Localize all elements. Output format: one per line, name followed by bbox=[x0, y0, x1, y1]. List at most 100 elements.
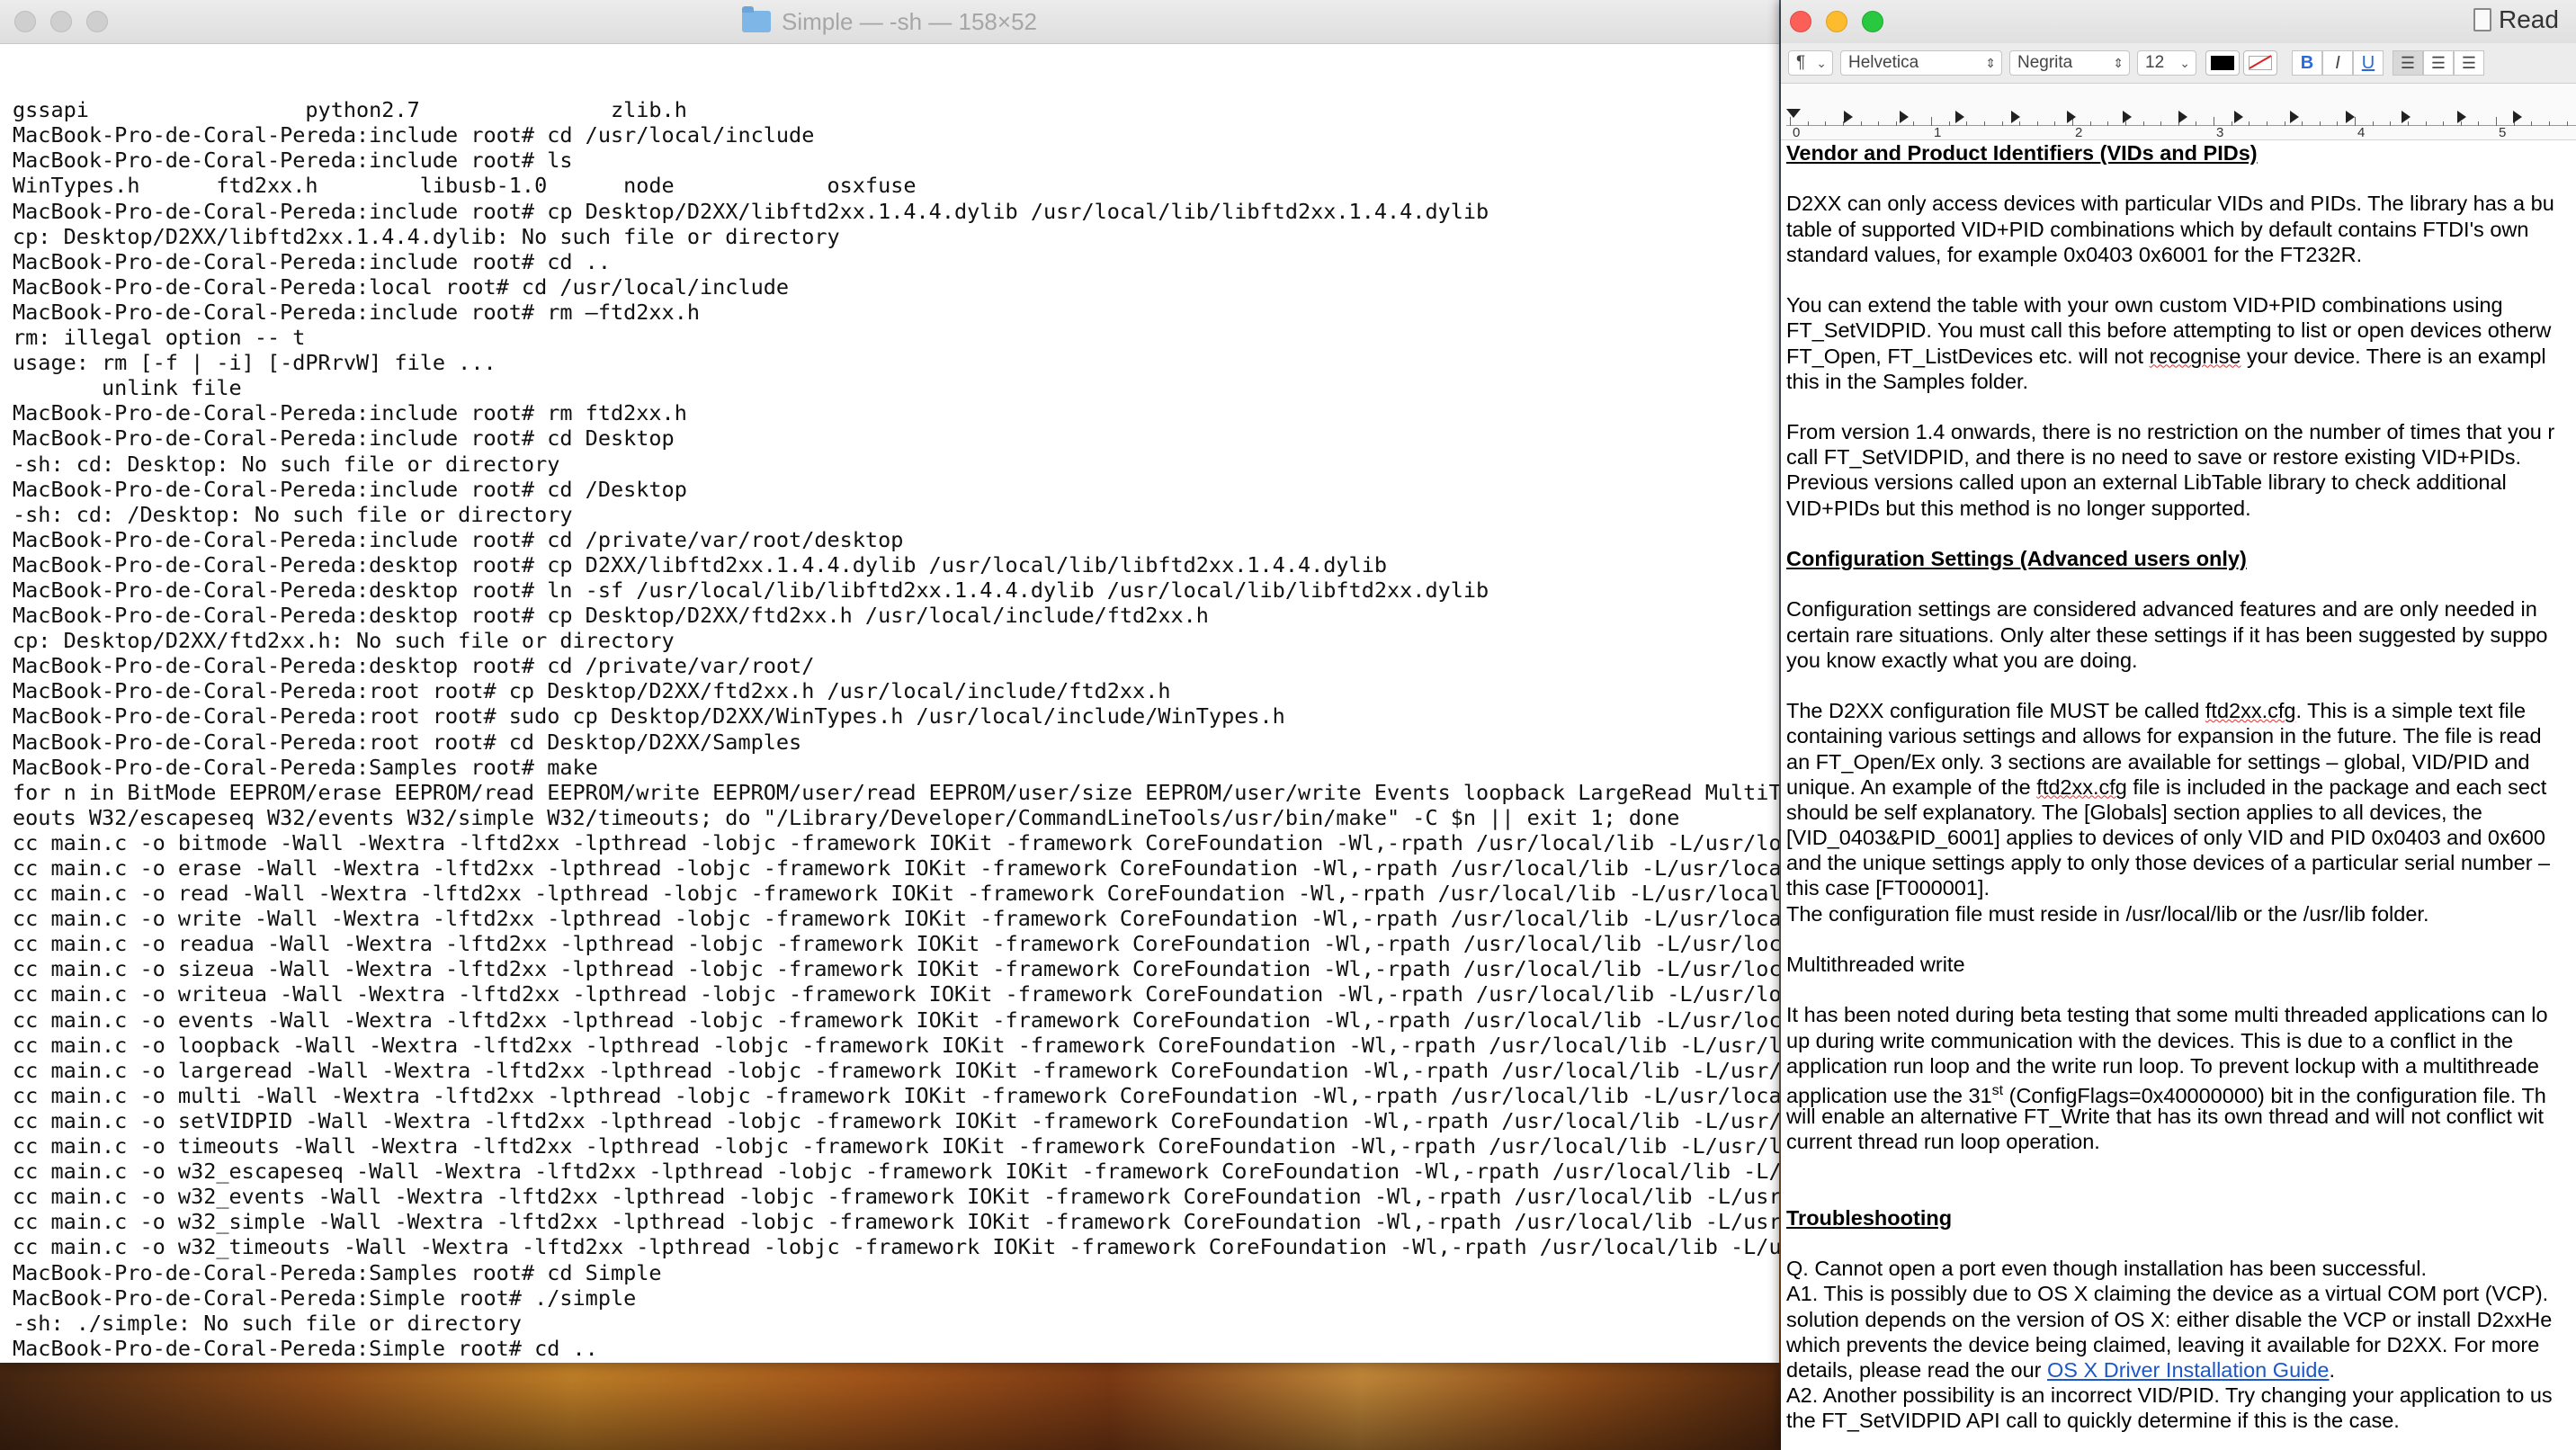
terminal-line: -sh: cd: /Desktop: No such file or direc… bbox=[13, 501, 573, 527]
terminal-line: cc main.c -o readua -Wall -Wextra -lftd2… bbox=[13, 931, 1779, 957]
terminal-line: MacBook-Pro-de-Coral-Pereda:desktop root… bbox=[13, 603, 1209, 629]
terminal-line: cc main.c -o read -Wall -Wextra -lftd2xx… bbox=[13, 881, 1779, 907]
terminal-line: MacBook-Pro-de-Coral-Pereda:Samples root… bbox=[13, 754, 598, 780]
paragraph-line: solution depends on the version of OS X:… bbox=[1786, 1307, 2553, 1331]
textedit-window[interactable]: Read ¶ ⌄ Helvetica ⇕ Negrita ⇕ 12 ⌄ B I … bbox=[1781, 0, 2576, 1450]
paragraph-line: will enable an alternative FT_Write that… bbox=[1786, 1105, 2545, 1129]
terminal-line: MacBook-Pro-de-Coral-Pereda:root root# c… bbox=[13, 678, 1171, 704]
text-run: The D2XX configuration file MUST be call… bbox=[1786, 699, 2205, 723]
terminal-line: MacBook-Pro-de-Coral-Pereda:local root# … bbox=[13, 273, 790, 300]
paragraph-line: and the unique settings apply to only th… bbox=[1786, 851, 2551, 875]
misspelled-word[interactable]: recognise bbox=[2150, 345, 2241, 368]
align-right-button[interactable]: ☰ bbox=[2454, 50, 2484, 76]
font-family-select[interactable]: Helvetica ⇕ bbox=[1840, 50, 2002, 76]
terminal-line: cc main.c -o largeread -Wall -Wextra -lf… bbox=[13, 1057, 1779, 1083]
misspelled-word[interactable]: ftd2xx.cfg bbox=[2036, 775, 2127, 799]
paragraph-line: application use the 31st (ConfigFlags=0x… bbox=[1786, 1079, 2576, 1107]
font-size-value: 12 bbox=[2145, 53, 2165, 72]
terminal-line: MacBook-Pro-de-Coral-Pereda:Simple root#… bbox=[13, 1335, 598, 1361]
heading-vid-pid: Vendor and Product Identifiers (VIDs and… bbox=[1786, 141, 2258, 165]
paragraph-line: Configuration settings are considered ad… bbox=[1786, 597, 2537, 622]
terminal-line: MacBook-Pro-de-Coral-Pereda:Simple root#… bbox=[13, 1284, 637, 1311]
text-run: your device. There is an exampl bbox=[2241, 344, 2546, 368]
ruler-minor-tick bbox=[2337, 121, 2339, 126]
tab-stop-marker[interactable] bbox=[2067, 111, 2076, 123]
ruler-number: 1 bbox=[1934, 125, 1942, 140]
ruler-minor-tick bbox=[2478, 121, 2480, 126]
font-style-select[interactable]: Negrita ⇕ bbox=[2009, 50, 2130, 76]
tab-stop-marker[interactable] bbox=[2513, 111, 2522, 123]
paragraph-line: unique. An example of the ftd2xx.cfg fil… bbox=[1786, 774, 2576, 800]
terminal-output[interactable]: gssapi python2.7 zlib.h MacBook-Pro-de-Co… bbox=[13, 47, 1779, 1363]
ruler-minor-tick bbox=[2036, 121, 2038, 126]
zoom-button[interactable] bbox=[1862, 11, 1883, 32]
align-center-button[interactable]: ☰ bbox=[2423, 50, 2454, 76]
terminal-line: cc main.c -o erase -Wall -Wextra -lftd2x… bbox=[13, 855, 1779, 881]
terminal-line: MacBook-Pro-de-Coral-Pereda:Samples root… bbox=[13, 1259, 662, 1285]
tab-stop-marker[interactable] bbox=[2011, 111, 2020, 123]
ruler-minor-tick bbox=[1895, 121, 1897, 126]
heading-configuration: Configuration Settings (Advanced users o… bbox=[1786, 547, 2247, 570]
terminal-line: cc main.c -o w32_timeouts -Wall -Wextra … bbox=[13, 1234, 1779, 1260]
text-run: file is included in the package and each… bbox=[2126, 774, 2547, 799]
tab-stop-marker[interactable] bbox=[2234, 111, 2243, 123]
paragraph-line: You can extend the table with your own c… bbox=[1786, 293, 2503, 318]
tab-stop-marker[interactable] bbox=[2346, 111, 2355, 123]
terminal-line: unlink file bbox=[13, 375, 242, 401]
paragraph-line: this in the Samples folder. bbox=[1786, 369, 2029, 393]
terminal-line: cc main.c -o w32_events -Wall -Wextra -l… bbox=[13, 1184, 1779, 1210]
tab-stop-marker[interactable] bbox=[2178, 111, 2187, 123]
align-left-icon: ☰ bbox=[2400, 53, 2416, 72]
terminal-titlebar[interactable]: Simple — -sh — 158×52 bbox=[0, 0, 1779, 44]
terminal-line: MacBook-Pro-de-Coral-Pereda:include root… bbox=[13, 148, 573, 174]
driver-guide-link[interactable]: OS X Driver Installation Guide bbox=[2047, 1358, 2329, 1382]
tab-stop-marker[interactable] bbox=[2402, 111, 2411, 123]
textedit-titlebar[interactable]: Read bbox=[1781, 0, 2576, 43]
ruler-minor-tick bbox=[2548, 121, 2550, 126]
tab-stop-marker[interactable] bbox=[1955, 111, 1964, 123]
paragraph-line: From version 1.4 onwards, there is no re… bbox=[1786, 420, 2555, 444]
align-left-button[interactable]: ☰ bbox=[2393, 50, 2423, 76]
paragraph-line: The configuration file must reside in /u… bbox=[1786, 901, 2429, 926]
paragraph-line: an FT_Open/Ex only. 3 sections are avail… bbox=[1786, 749, 2530, 774]
ruler-minor-tick bbox=[2107, 121, 2109, 126]
ruler-minor-tick bbox=[1860, 121, 1862, 126]
tab-stop-marker[interactable] bbox=[2457, 111, 2466, 123]
minimize-button[interactable] bbox=[1826, 11, 1847, 32]
close-button[interactable] bbox=[1790, 11, 1811, 32]
paragraph-line: call FT_SetVIDPID, and there is no need … bbox=[1786, 445, 2522, 470]
paragraph-style-select[interactable]: ¶ ⌄ bbox=[1788, 50, 1833, 76]
paragraph-line: certain rare situations. Only alter thes… bbox=[1786, 622, 2548, 647]
ruler-minor-tick bbox=[2425, 121, 2427, 126]
text-color-well[interactable] bbox=[2205, 50, 2240, 76]
updown-arrow-icon: ⇕ bbox=[1985, 55, 1996, 70]
tab-stop-marker[interactable] bbox=[2290, 111, 2299, 123]
ruler[interactable]: 0123456 bbox=[1781, 84, 2576, 140]
terminal-line: cc main.c -o loopback -Wall -Wextra -lft… bbox=[13, 1032, 1779, 1058]
ruler-minor-tick bbox=[2160, 121, 2162, 126]
terminal-title: Simple — -sh — 158×52 bbox=[782, 7, 1037, 35]
font-family-value: Helvetica bbox=[1848, 53, 1919, 72]
ruler-number: 4 bbox=[2357, 125, 2366, 140]
tab-stop-marker[interactable] bbox=[1844, 111, 1853, 123]
terminal-line: cc main.c -o events -Wall -Wextra -lftd2… bbox=[13, 1007, 1779, 1033]
paragraph-line: The D2XX configuration file MUST be call… bbox=[1786, 698, 2576, 723]
background-color-well[interactable] bbox=[2243, 50, 2277, 76]
terminal-line: MacBook-Pro-de-Coral-Pereda:root root# s… bbox=[13, 703, 1285, 729]
font-size-combo[interactable]: 12 ⌄ bbox=[2137, 50, 2196, 76]
paragraph-line: [VID_0403&PID_6001] applies to devices o… bbox=[1786, 826, 2545, 850]
italic-button[interactable]: I bbox=[2322, 50, 2353, 76]
font-style-value: Negrita bbox=[2017, 53, 2073, 72]
misspelled-word[interactable]: ftd2xx.cfg bbox=[2205, 699, 2296, 722]
underline-button[interactable]: U bbox=[2353, 50, 2384, 76]
indent-marker[interactable] bbox=[1786, 109, 1801, 118]
tab-stop-marker[interactable] bbox=[2123, 111, 2132, 123]
folder-icon bbox=[742, 6, 772, 32]
format-toolbar: ¶ ⌄ Helvetica ⇕ Negrita ⇕ 12 ⌄ B I U ☰ ☰ bbox=[1781, 43, 2576, 84]
bold-button[interactable]: B bbox=[2292, 50, 2322, 76]
ruler-minor-tick bbox=[1983, 121, 1985, 126]
text-run: . bbox=[2329, 1358, 2336, 1382]
tab-stop-marker[interactable] bbox=[1900, 111, 1909, 123]
terminal-window[interactable]: Simple — -sh — 158×52 gssapi python2.7 z… bbox=[0, 0, 1779, 1363]
document-body[interactable]: Vendor and Product Identifiers (VIDs and… bbox=[1781, 140, 2576, 1450]
